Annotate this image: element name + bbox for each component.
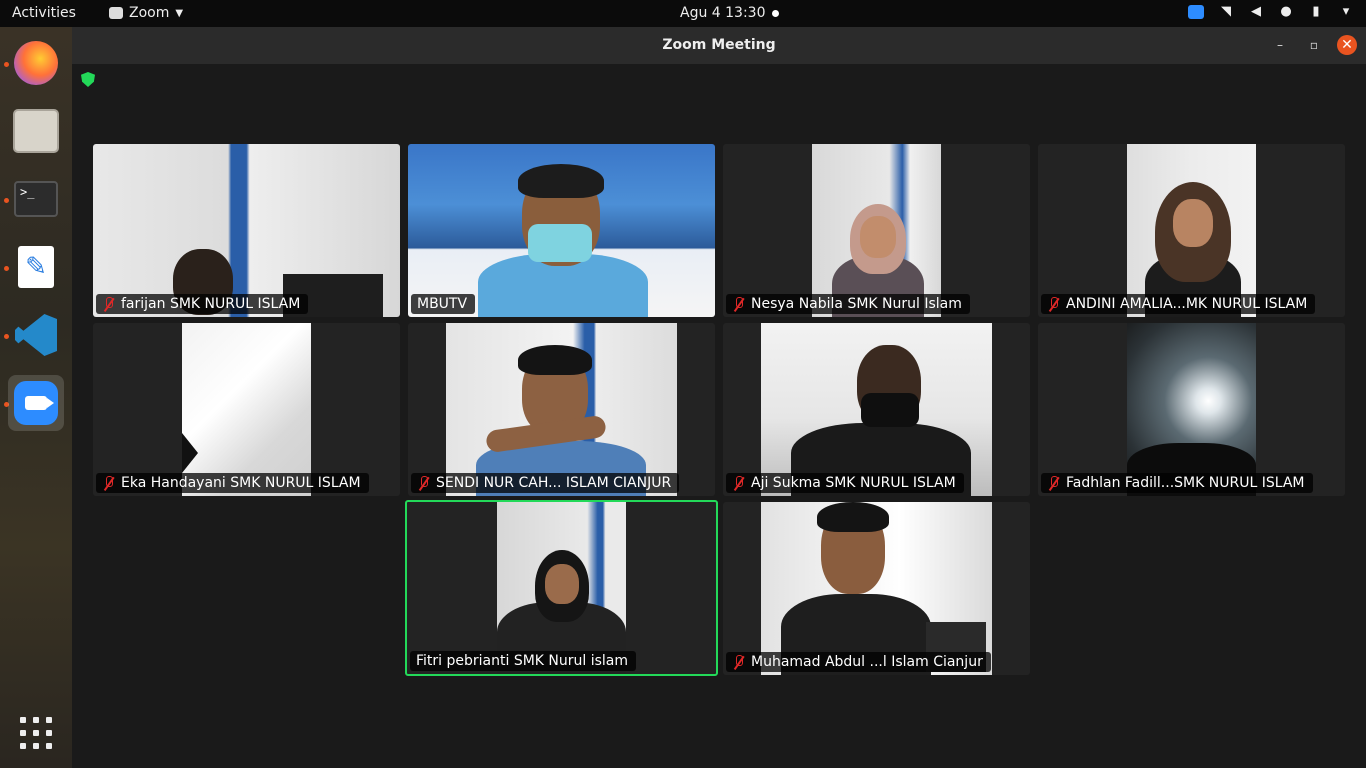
zoom-tray-icon[interactable]: [1188, 4, 1204, 19]
participant-tile[interactable]: MBUTV: [408, 144, 715, 317]
participant-name: MBUTV: [417, 296, 468, 312]
video-feed: [182, 323, 311, 496]
participant-tile[interactable]: Aji Sukma SMK NURUL ISLAM: [723, 323, 1030, 496]
participant-name-tag: Fitri pebrianti SMK Nurul islam: [410, 651, 637, 671]
video-feed: [812, 144, 941, 317]
microphone-icon: ●: [1280, 4, 1292, 19]
wifi-icon: ◥: [1221, 4, 1231, 19]
participant-name-tag: Eka Handayani SMK NURUL ISLAM: [96, 473, 369, 493]
participant-name: Muhamad Abdul ...l Islam Cianjur: [751, 654, 983, 670]
encryption-shield-icon[interactable]: [81, 72, 95, 87]
dock-firefox[interactable]: [8, 35, 64, 91]
zoom-icon: [14, 381, 58, 425]
chevron-down-icon[interactable]: ▾: [1338, 4, 1354, 19]
top-bar: Activities Zoom ▼ Agu 4 13:30 ◥ ◀ ● ▮ ▾: [0, 0, 1366, 27]
participant-tile[interactable]: farijan SMK NURUL ISLAM: [93, 144, 400, 317]
video-feed: [761, 502, 992, 675]
muted-microphone-icon: [102, 475, 115, 491]
video-feed: [497, 502, 626, 674]
participant-tile[interactable]: SENDI NUR CAH... ISLAM CIANJUR: [408, 323, 715, 496]
zoom-small-icon: [109, 7, 123, 19]
participant-name-tag: Muhamad Abdul ...l Islam Cianjur: [726, 652, 991, 672]
clock[interactable]: Agu 4 13:30: [680, 5, 766, 21]
activities-button[interactable]: Activities: [12, 5, 76, 21]
dock-text-editor[interactable]: ✎: [8, 239, 64, 295]
window-titlebar[interactable]: Zoom Meeting – ▫ ✕: [72, 27, 1366, 64]
participant-tile[interactable]: Fadhlan Fadill...SMK NURUL ISLAM: [1038, 323, 1345, 496]
muted-microphone-icon: [102, 296, 115, 312]
app-menu-label: Zoom: [129, 5, 170, 21]
window-title: Zoom Meeting: [662, 37, 776, 53]
firefox-icon: [14, 41, 58, 85]
muted-microphone-icon: [1047, 475, 1060, 491]
participant-name-tag: Aji Sukma SMK NURUL ISLAM: [726, 473, 964, 493]
participant-name: ANDINI AMALIA...MK NURUL ISLAM: [1066, 296, 1308, 312]
muted-microphone-icon: [732, 296, 745, 312]
muted-microphone-icon: [732, 654, 745, 670]
volume-icon: ◀: [1251, 4, 1261, 19]
participant-name-tag: ANDINI AMALIA...MK NURUL ISLAM: [1041, 294, 1316, 314]
participant-name-tag: SENDI NUR CAH... ISLAM CIANJUR: [411, 473, 680, 493]
dock-vscode[interactable]: [8, 307, 64, 363]
video-feed: [1127, 144, 1256, 317]
dock: >_ ✎: [0, 27, 72, 768]
app-grid-icon[interactable]: [20, 717, 52, 749]
participant-name: Eka Handayani SMK NURUL ISLAM: [121, 475, 361, 491]
participant-name: farijan SMK NURUL ISLAM: [121, 296, 301, 312]
notification-dot-icon: [772, 10, 779, 17]
video-feed: [408, 144, 715, 317]
app-menu[interactable]: Zoom ▼: [109, 5, 183, 21]
participant-tile[interactable]: Muhamad Abdul ...l Islam Cianjur: [723, 502, 1030, 675]
minimize-button[interactable]: –: [1270, 35, 1290, 55]
participant-tile[interactable]: Nesya Nabila SMK Nurul Islam: [723, 144, 1030, 317]
chevron-down-icon: ▼: [175, 7, 184, 19]
participant-tile[interactable]: ANDINI AMALIA...MK NURUL ISLAM: [1038, 144, 1345, 317]
system-tray[interactable]: ◥ ◀ ● ▮ ▾: [1188, 4, 1354, 19]
participant-name: Aji Sukma SMK NURUL ISLAM: [751, 475, 956, 491]
muted-microphone-icon: [1047, 296, 1060, 312]
participant-name-tag: Fadhlan Fadill...SMK NURUL ISLAM: [1041, 473, 1313, 493]
participant-tile-active-speaker[interactable]: Fitri pebrianti SMK Nurul islam: [405, 500, 718, 676]
dock-zoom[interactable]: [8, 375, 64, 431]
maximize-button[interactable]: ▫: [1304, 35, 1324, 55]
participant-name: Nesya Nabila SMK Nurul Islam: [751, 296, 962, 312]
participant-name: SENDI NUR CAH... ISLAM CIANJUR: [436, 475, 672, 491]
muted-microphone-icon: [732, 475, 745, 491]
video-feed: [761, 323, 992, 496]
close-button[interactable]: ✕: [1337, 35, 1357, 55]
dock-terminal[interactable]: >_: [8, 171, 64, 227]
video-feed: [1127, 323, 1256, 496]
participant-name-tag: MBUTV: [411, 294, 476, 314]
participant-name-tag: Nesya Nabila SMK Nurul Islam: [726, 294, 970, 314]
terminal-icon: >_: [14, 181, 58, 217]
participant-name-tag: farijan SMK NURUL ISLAM: [96, 294, 309, 314]
muted-microphone-icon: [417, 475, 430, 491]
participant-name: Fitri pebrianti SMK Nurul islam: [416, 653, 629, 669]
participant-name: Fadhlan Fadill...SMK NURUL ISLAM: [1066, 475, 1305, 491]
participant-tile[interactable]: Eka Handayani SMK NURUL ISLAM: [93, 323, 400, 496]
video-feed: [93, 144, 400, 317]
text-editor-icon: ✎: [18, 246, 54, 288]
files-icon: [13, 109, 59, 153]
zoom-meeting-window: Zoom Meeting – ▫ ✕ farijan SMK NURUL ISL…: [72, 27, 1366, 768]
vscode-icon: [15, 314, 57, 356]
video-feed: [446, 323, 677, 496]
dock-files[interactable]: [8, 103, 64, 159]
battery-icon: ▮: [1312, 4, 1320, 19]
